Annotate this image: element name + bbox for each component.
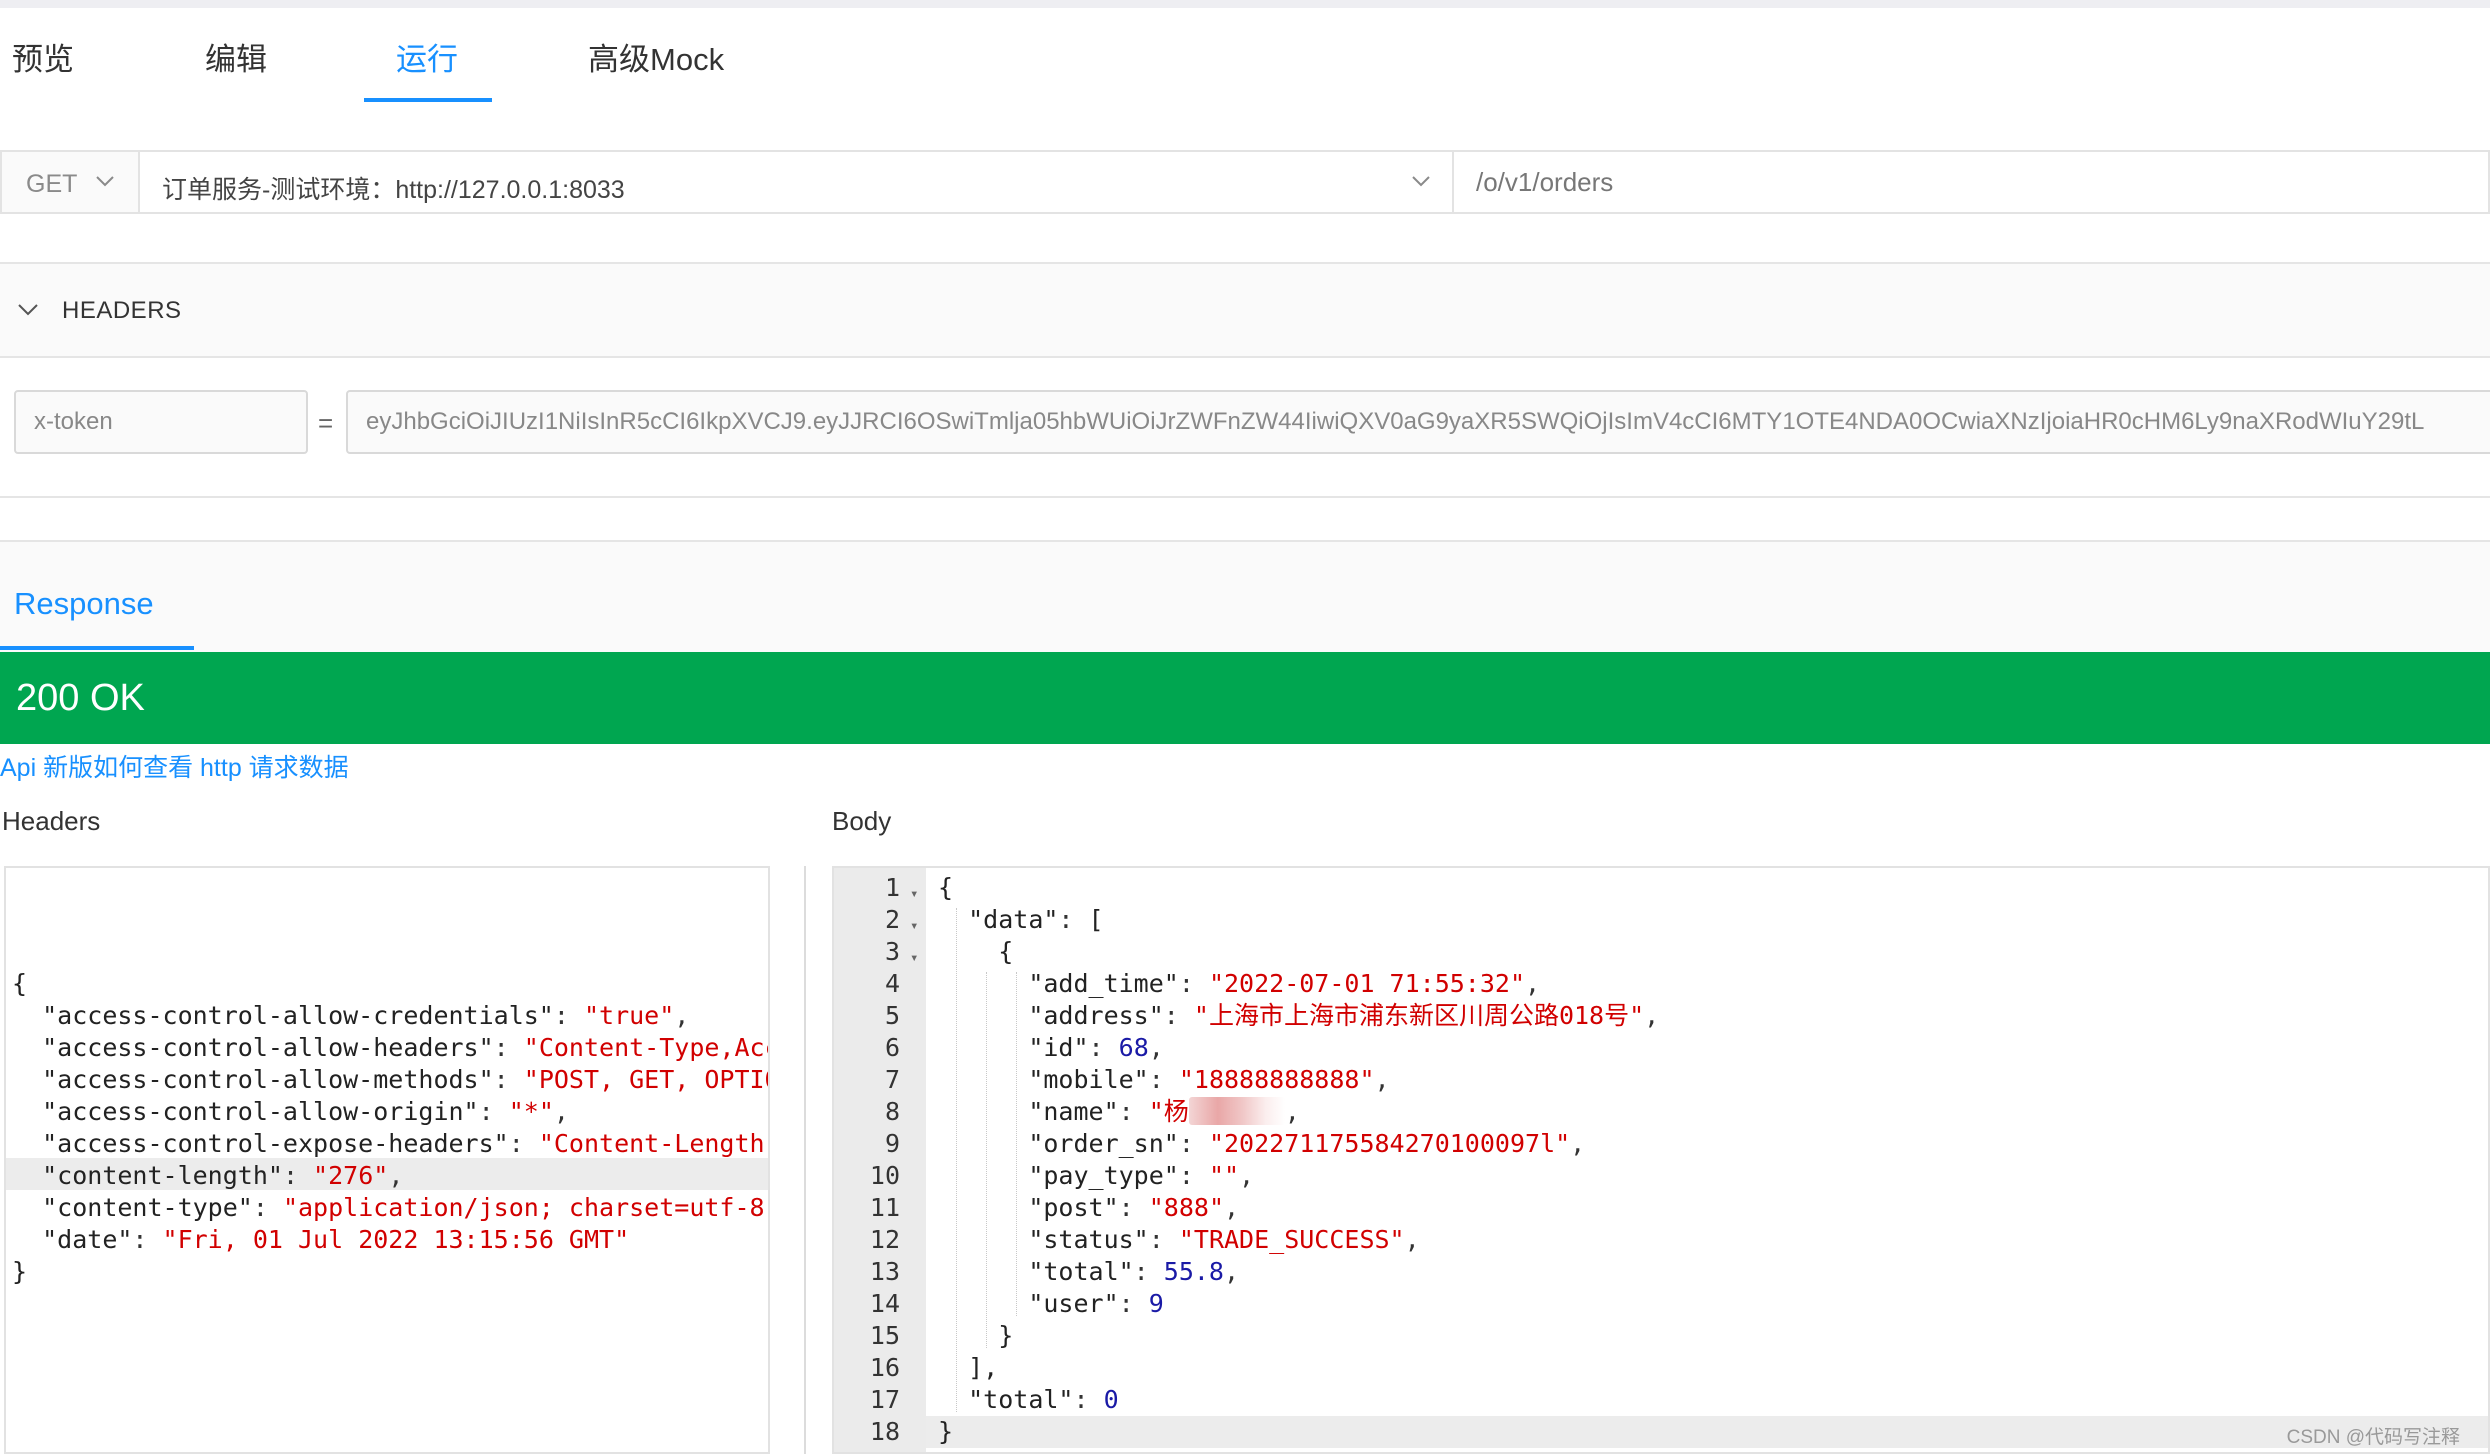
headers-title: HEADERS xyxy=(62,297,182,324)
fold-arrow-icon[interactable]: ▾ xyxy=(910,910,918,942)
line-number: 2 xyxy=(884,905,900,934)
line-number: 1 xyxy=(884,873,900,902)
response-tab-indicator xyxy=(0,646,194,650)
line-number: 5 xyxy=(884,1001,900,1030)
method-label: GET xyxy=(26,170,78,198)
line-number: 16 xyxy=(869,1353,900,1382)
line-number: 17 xyxy=(869,1385,900,1414)
equals-sign: = xyxy=(318,408,334,438)
code-line: "access-control-expose-headers": "Conten… xyxy=(42,1129,770,1158)
code-line: "access-control-allow-methods": "POST, G… xyxy=(42,1065,768,1094)
top-strip xyxy=(0,0,2490,8)
headers-section-header[interactable]: HEADERS xyxy=(0,262,2490,358)
line-number: 18 xyxy=(869,1417,900,1446)
line-number: 4 xyxy=(884,969,900,998)
method-select[interactable]: GET xyxy=(2,152,140,212)
line-number: 11 xyxy=(869,1193,900,1222)
redacted-name xyxy=(1188,1097,1285,1125)
line-number: 8 xyxy=(884,1097,900,1126)
line-number: 7 xyxy=(884,1065,900,1094)
line-number: 13 xyxy=(869,1257,900,1286)
code-line: "access-control-allow-origin": "*", xyxy=(42,1097,569,1126)
body-column-label: Body xyxy=(832,806,892,836)
chevron-down-icon xyxy=(1410,168,1432,194)
fold-arrow-icon[interactable]: ▾ xyxy=(910,878,918,910)
response-headers-editor[interactable]: { "access-control-allow-credentials": "t… xyxy=(4,866,770,1454)
request-bar: GET 订单服务-测试环境：http://127.0.0.1:8033 xyxy=(0,150,2490,214)
tab-bar: 预览 编辑 运行 高级Mock xyxy=(0,8,2490,102)
environment-select[interactable]: 订单服务-测试环境：http://127.0.0.1:8033 xyxy=(142,152,1454,212)
path-input[interactable] xyxy=(1476,152,2486,212)
code-line: "access-control-allow-headers": "Content… xyxy=(42,1033,768,1062)
code-brace: { xyxy=(12,969,28,998)
active-tab-indicator xyxy=(364,98,492,102)
tab-advanced-mock[interactable]: 高级Mock xyxy=(588,34,724,79)
status-banner: 200 OK xyxy=(0,652,2490,744)
tab-preview[interactable]: 预览 xyxy=(12,34,74,79)
line-number: 14 xyxy=(869,1289,900,1318)
response-body-editor[interactable]: 1 ▾ 2 ▾ 3 ▾ 4 5 6 7 8 9 10 11 12 13 14 1… xyxy=(832,866,2490,1454)
body-code-text: { "data": [ { "add_time": "2022-07-01 71… xyxy=(938,873,1660,1446)
watermark: CSDN @代码写注释 xyxy=(2286,1427,2460,1448)
code-line: "content-length": "276", xyxy=(42,1161,404,1190)
line-number-gutter: 1 ▾ 2 ▾ 3 ▾ 4 5 6 7 8 9 10 11 12 13 14 1… xyxy=(834,868,926,1452)
panel-divider[interactable] xyxy=(804,866,806,1454)
help-link[interactable]: Api 新版如何查看 http 请求数据 xyxy=(0,748,349,784)
line-number: 15 xyxy=(869,1321,900,1350)
line-number: 10 xyxy=(869,1161,900,1190)
tab-response[interactable]: Response xyxy=(14,586,154,622)
header-row: = xyxy=(0,358,2490,498)
chevron-down-icon xyxy=(16,296,40,322)
header-value-input[interactable] xyxy=(346,390,2490,454)
code-line: "date": "Fri, 01 Jul 2022 13:15:56 GMT" xyxy=(42,1225,630,1254)
headers-column-label: Headers xyxy=(2,806,101,836)
tab-edit[interactable]: 编辑 xyxy=(205,34,267,79)
line-number: 3 xyxy=(884,937,900,966)
response-tab-bar: Response xyxy=(0,540,2490,652)
chevron-down-icon xyxy=(94,168,116,194)
code-brace: } xyxy=(12,1257,28,1286)
line-number: 9 xyxy=(884,1129,900,1158)
tab-run[interactable]: 运行 xyxy=(396,34,458,79)
status-text: 200 OK xyxy=(16,677,145,719)
code-line: "access-control-allow-credentials": "tru… xyxy=(42,1001,690,1030)
line-number: 6 xyxy=(884,1033,900,1062)
header-key-input[interactable] xyxy=(14,390,308,454)
line-number: 12 xyxy=(869,1225,900,1254)
fold-arrow-icon[interactable]: ▾ xyxy=(910,942,918,974)
environment-label: 订单服务-测试环境：http://127.0.0.1:8033 xyxy=(162,176,625,204)
code-line: "content-type": "application/json; chars… xyxy=(42,1193,770,1222)
